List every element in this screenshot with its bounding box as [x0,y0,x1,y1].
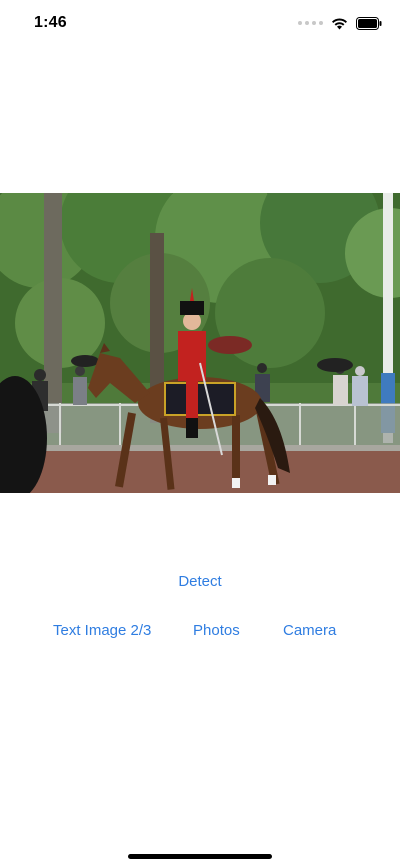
status-bar: 1:46 [0,0,400,46]
signal-icon [298,21,323,25]
detect-button[interactable]: Detect [0,573,400,590]
status-time: 1:46 [34,14,67,31]
photo-scene [0,193,400,493]
photos-button[interactable]: Photos [193,622,240,639]
battery-icon [356,16,382,30]
detection-image [0,193,400,493]
text-image-button[interactable]: Text Image 2/3 [53,622,151,639]
camera-button[interactable]: Camera [283,622,336,639]
home-indicator[interactable] [128,854,272,859]
wifi-icon [332,17,347,29]
status-icons [298,16,382,30]
